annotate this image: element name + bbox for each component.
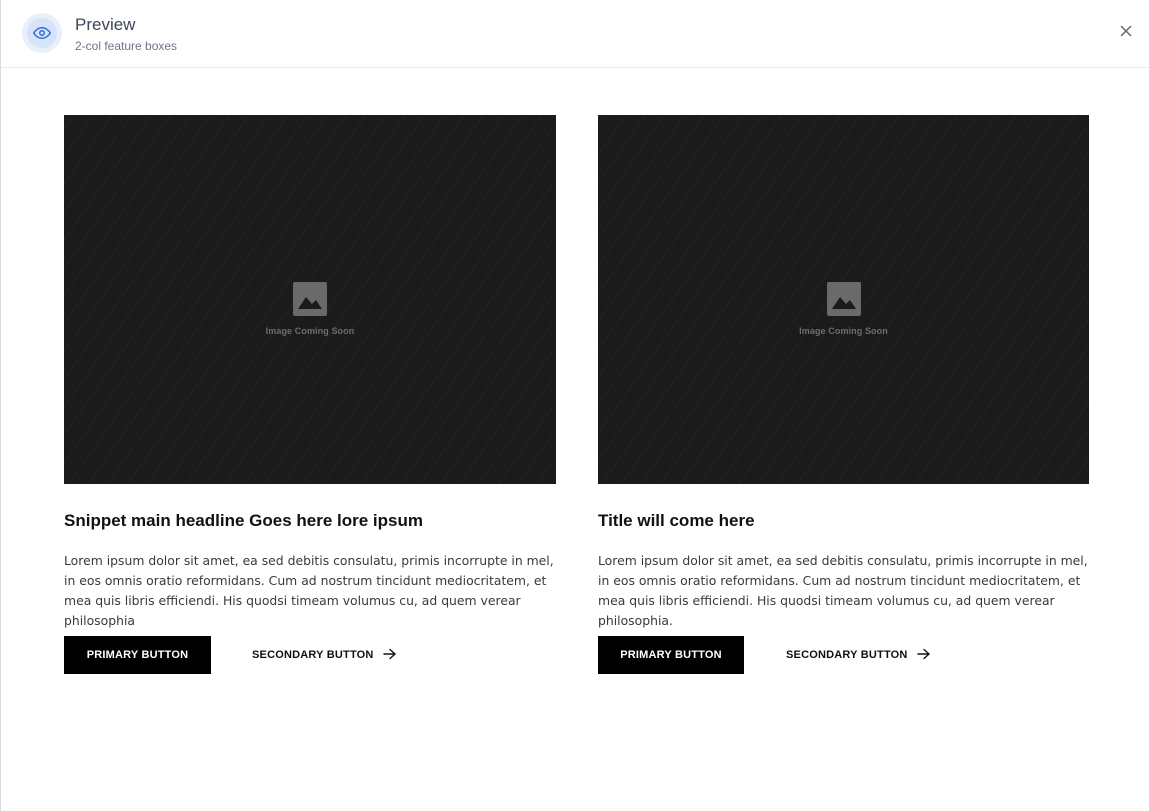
arrow-right-icon bbox=[382, 648, 396, 663]
image-placeholder: Image Coming Soon bbox=[598, 115, 1089, 484]
feature-headline: Snippet main headline Goes here lore ips… bbox=[64, 511, 423, 530]
modal-subtitle: 2-col feature boxes bbox=[75, 39, 178, 53]
image-label: Image Coming Soon bbox=[799, 326, 888, 336]
secondary-button[interactable]: SECONDARY BUTTON bbox=[252, 636, 396, 674]
close-icon[interactable] bbox=[1117, 22, 1135, 40]
image-icon bbox=[826, 282, 861, 321]
image-icon bbox=[293, 282, 327, 321]
primary-button[interactable]: PRIMARY BUTTON bbox=[64, 636, 211, 674]
modal-header: Preview 2-col feature boxes bbox=[1, 0, 1149, 68]
feature-box-2: Image Coming Soon Title will come here L… bbox=[598, 115, 1089, 674]
image-placeholder: Image Coming Soon bbox=[64, 115, 556, 484]
primary-button[interactable]: PRIMARY BUTTON bbox=[598, 636, 744, 674]
modal-title: Preview bbox=[75, 15, 136, 34]
image-label: Image Coming Soon bbox=[265, 326, 355, 336]
eye-icon bbox=[22, 13, 62, 53]
feature-headline: Title will come here bbox=[598, 511, 755, 530]
preview-modal: Preview 2-col feature boxes Image Coming… bbox=[0, 0, 1150, 811]
secondary-button-label: SECONDARY BUTTON bbox=[786, 649, 908, 661]
feature-body: Lorem ipsum dolor sit amet, ea sed debit… bbox=[598, 553, 1088, 628]
feature-box-1: Image Coming Soon Snippet main headline … bbox=[64, 115, 556, 674]
arrow-right-icon bbox=[916, 648, 930, 663]
secondary-button[interactable]: SECONDARY BUTTON bbox=[786, 636, 930, 674]
secondary-button-label: SECONDARY BUTTON bbox=[252, 649, 374, 661]
feature-body: Lorem ipsum dolor sit amet, ea sed debit… bbox=[64, 553, 554, 628]
